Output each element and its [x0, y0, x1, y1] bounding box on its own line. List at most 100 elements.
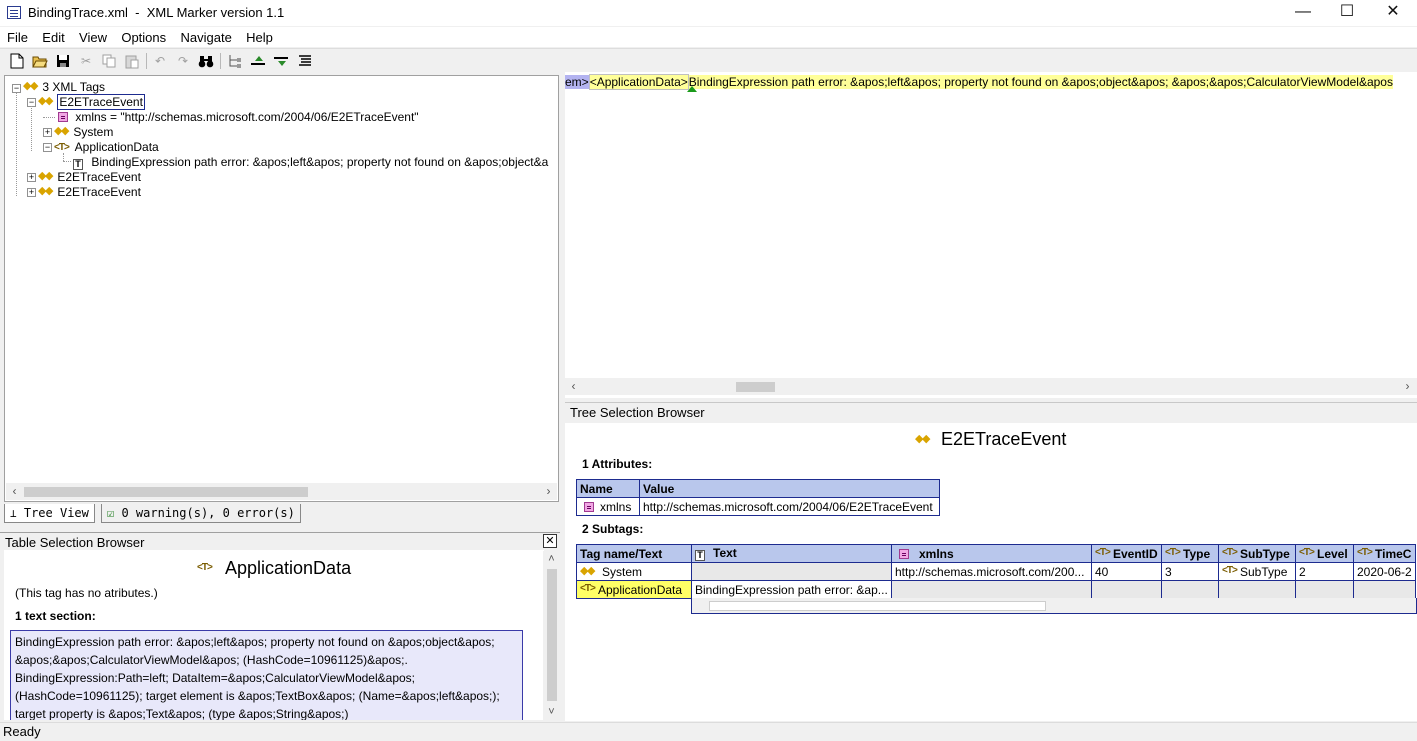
subtag-type-cell[interactable]: 3	[1161, 562, 1219, 581]
close-panel-button[interactable]: ✕	[543, 534, 557, 548]
tag-icon	[915, 432, 935, 445]
app-icon	[7, 6, 21, 19]
scroll-thumb[interactable]	[547, 569, 557, 701]
scroll-right-arrow-icon[interactable]: ›	[1399, 378, 1416, 395]
column-header[interactable]: T Text	[691, 544, 892, 563]
text-view-horizontal-scrollbar[interactable]: ‹ ›	[565, 378, 1417, 395]
subtags-table: Tag name/Text TText xmlns EventID Type S…	[576, 544, 1416, 599]
tag-text-icon	[54, 140, 72, 155]
scroll-down-arrow-icon[interactable]: ˅	[543, 704, 560, 721]
subtag-eventid-cell[interactable]	[1091, 580, 1162, 599]
subtag-subtype-cell[interactable]: SubType	[1218, 562, 1296, 581]
copy-icon[interactable]	[100, 52, 118, 70]
attribute-name-cell[interactable]: xmlns	[576, 497, 640, 516]
open-folder-icon[interactable]	[31, 52, 49, 70]
paste-icon[interactable]	[123, 52, 141, 70]
expand-node-toggle[interactable]: +	[27, 173, 36, 182]
move-up-icon[interactable]	[250, 52, 268, 70]
find-binoculars-icon[interactable]	[197, 52, 215, 70]
scroll-up-arrow-icon[interactable]: ˄	[543, 551, 560, 568]
tab-tree-view[interactable]: ⊥ Tree View	[4, 504, 95, 523]
tree-horizontal-scrollbar[interactable]: ‹ ›	[6, 483, 557, 500]
scroll-thumb[interactable]	[709, 601, 1046, 611]
scroll-left-arrow-icon[interactable]: ‹	[6, 483, 23, 500]
tag-text-icon	[1299, 547, 1317, 560]
table-row[interactable]: System http://schemas.microsoft.com/200.…	[576, 562, 1416, 581]
undo-icon[interactable]: ↶	[151, 52, 169, 70]
tree-node-applicationdata[interactable]: ApplicationData	[54, 140, 159, 155]
column-header[interactable]: Value	[639, 479, 940, 498]
subtag-subtype-cell[interactable]	[1218, 580, 1296, 599]
attribute-icon	[584, 501, 594, 512]
close-window-button[interactable]: ✕	[1370, 0, 1416, 26]
table-selection-vertical-scrollbar[interactable]: ˄ ˅	[543, 551, 560, 721]
subtag-name-cell[interactable]: System	[576, 562, 692, 581]
subtag-name-cell[interactable]: ApplicationData	[576, 580, 692, 599]
column-header[interactable]: Level	[1295, 544, 1354, 563]
collapse-node-toggle[interactable]: −	[43, 143, 52, 152]
menu-navigate[interactable]: Navigate	[177, 27, 236, 48]
maximize-button[interactable]: ☐	[1324, 0, 1370, 26]
subtag-level-cell[interactable]: 2	[1295, 562, 1354, 581]
menu-view[interactable]: View	[75, 27, 111, 48]
tag-text-icon	[1095, 547, 1113, 560]
column-header[interactable]: Name	[576, 479, 640, 498]
column-header[interactable]: EventID	[1091, 544, 1162, 563]
subtag-xmlns-cell[interactable]	[891, 580, 1092, 599]
minimize-button[interactable]: —	[1280, 0, 1326, 26]
subtag-eventid-cell[interactable]: 40	[1091, 562, 1162, 581]
table-row[interactable]: xmlns http://schemas.microsoft.com/2004/…	[576, 497, 940, 516]
attribute-icon	[899, 548, 909, 559]
column-header[interactable]: TimeC	[1353, 544, 1416, 563]
selection-title: ApplicationData	[197, 558, 351, 579]
subtag-text-cell[interactable]: BindingExpression path error: &ap...	[691, 580, 892, 599]
scroll-left-arrow-icon[interactable]: ‹	[565, 378, 582, 395]
table-row[interactable]: ApplicationData BindingExpression path e…	[576, 580, 1416, 599]
column-header[interactable]: Type	[1161, 544, 1219, 563]
column-header[interactable]: Tag name/Text	[576, 544, 692, 563]
subtags-horizontal-scrollbar[interactable]	[691, 598, 1417, 614]
move-down-icon[interactable]	[273, 52, 291, 70]
column-header[interactable]: SubType	[1218, 544, 1296, 563]
tag-text-icon	[580, 583, 598, 596]
collapse-root-toggle[interactable]: −	[12, 84, 21, 93]
tree-view-pane[interactable]: − 3 XML Tags − E2ETraceEvent xmlns = "ht…	[4, 75, 559, 502]
tab-warnings[interactable]: ☑ 0 warning(s), 0 error(s)	[101, 504, 301, 523]
subtag-xmlns-cell[interactable]: http://schemas.microsoft.com/200...	[891, 562, 1092, 581]
xml-text-view[interactable]: em><ApplicationData>BindingExpression pa…	[565, 72, 1417, 398]
subtags-label: 2 Subtags:	[582, 522, 644, 536]
subtag-type-cell[interactable]	[1161, 580, 1219, 599]
menu-file[interactable]: File	[3, 27, 32, 48]
expand-node-toggle[interactable]: +	[43, 128, 52, 137]
subtag-text-cell[interactable]	[691, 562, 892, 581]
subtag-level-cell[interactable]	[1295, 580, 1354, 599]
subtag-time-cell[interactable]	[1353, 580, 1416, 599]
scroll-thumb[interactable]	[24, 487, 308, 497]
tree-root[interactable]: 3 XML Tags	[23, 79, 105, 95]
cut-icon[interactable]: ✂	[77, 52, 95, 70]
tree-node-text[interactable]: T BindingExpression path error: &apos;le…	[73, 155, 548, 170]
subtag-time-cell[interactable]: 2020-06-2	[1353, 562, 1416, 581]
save-icon[interactable]	[54, 52, 72, 70]
tree-node-system[interactable]: System	[54, 124, 113, 140]
attribute-value-cell[interactable]: http://schemas.microsoft.com/2004/06/E2E…	[639, 497, 940, 516]
redo-icon[interactable]: ↷	[174, 52, 192, 70]
attributes-table: Name Value xmlns http://schemas.microsof…	[576, 479, 940, 516]
tree-node-xmlns-attribute[interactable]: xmlns = "http://schemas.microsoft.com/20…	[58, 110, 419, 125]
scroll-right-arrow-icon[interactable]: ›	[540, 483, 557, 500]
format-lines-icon[interactable]	[296, 52, 314, 70]
tree-node-e2etraceevent[interactable]: E2ETraceEvent	[38, 94, 145, 110]
tree-node-e2etraceevent-3[interactable]: E2ETraceEvent	[38, 184, 141, 200]
menu-edit[interactable]: Edit	[38, 27, 68, 48]
menu-help[interactable]: Help	[242, 27, 277, 48]
tag-tree-icon[interactable]	[226, 52, 244, 70]
toolbar: ✂ ↶ ↷	[0, 48, 1417, 72]
menu-options[interactable]: Options	[117, 27, 170, 48]
text-section-content: BindingExpression path error: &apos;left…	[10, 630, 523, 720]
scroll-thumb[interactable]	[736, 382, 775, 392]
tree-node-e2etraceevent-2[interactable]: E2ETraceEvent	[38, 169, 141, 185]
column-header[interactable]: xmlns	[891, 544, 1092, 563]
expand-node-toggle[interactable]: +	[27, 188, 36, 197]
table-selection-body: ApplicationData (This tag has no atribut…	[4, 550, 544, 720]
new-file-icon[interactable]	[8, 52, 26, 70]
